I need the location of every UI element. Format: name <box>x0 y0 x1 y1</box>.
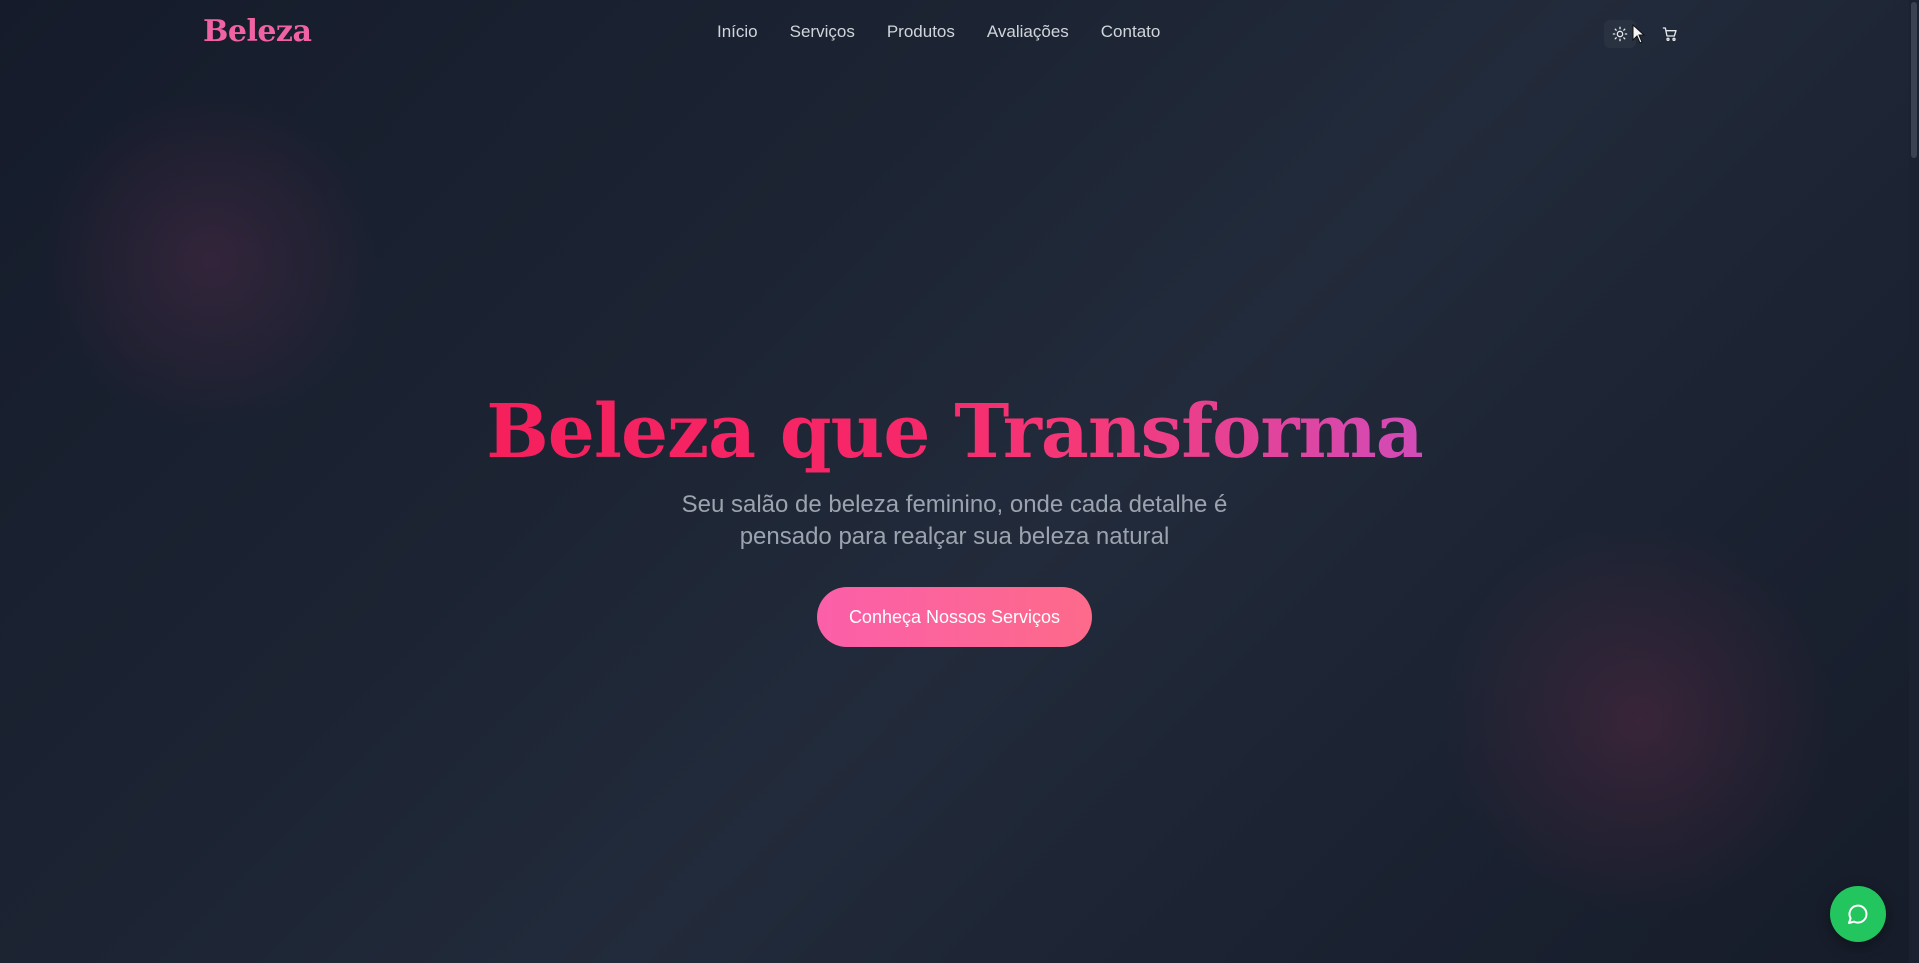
mouse-cursor-icon <box>1632 24 1646 44</box>
main-nav: Início Serviços Produtos Avaliações Cont… <box>717 22 1160 42</box>
nav-link-produtos[interactable]: Produtos <box>887 22 955 42</box>
nav-link-contato[interactable]: Contato <box>1101 22 1161 42</box>
nav-link-avaliacoes[interactable]: Avaliações <box>987 22 1069 42</box>
logo[interactable]: Beleza <box>203 14 312 49</box>
cart-icon <box>1662 27 1677 41</box>
nav-link-servicos[interactable]: Serviços <box>790 22 855 42</box>
hero-subtitle-line-2: pensado para realçar sua beleza natural <box>739 523 1170 551</box>
services-cta-button[interactable]: Conheça Nossos Serviços <box>816 587 1093 648</box>
hero-subtitle: Seu salão de beleza feminino, onde cada … <box>605 489 1305 553</box>
sun-icon <box>1612 26 1628 42</box>
cart-button[interactable] <box>1654 20 1686 48</box>
hero-subtitle-line-1: Seu salão de beleza feminino, onde cada … <box>681 491 1228 519</box>
site-header: Beleza Início Serviços Produtos Avaliaçõ… <box>0 0 1909 68</box>
whatsapp-chat-button[interactable] <box>1830 886 1886 942</box>
background-glow-left <box>40 90 380 430</box>
page-scrollbar[interactable] <box>1909 0 1919 963</box>
nav-link-inicio[interactable]: Início <box>717 22 758 42</box>
hero-section: Beleza que Transforma Seu salão de belez… <box>0 389 1909 648</box>
chat-bubble-icon <box>1848 904 1868 924</box>
scrollbar-thumb[interactable] <box>1911 2 1917 158</box>
hero-title: Beleza que Transforma <box>486 389 1423 475</box>
